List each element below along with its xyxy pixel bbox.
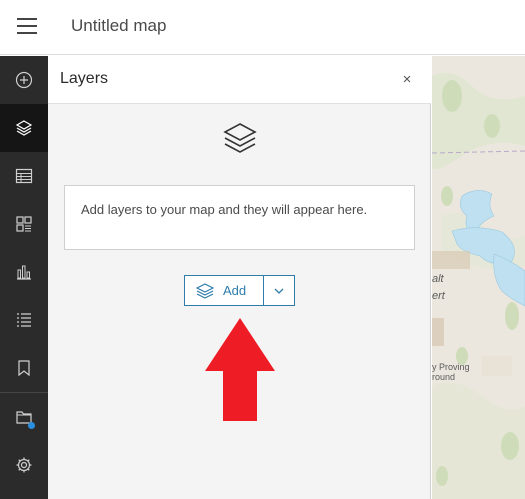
- layers-icon: [196, 282, 214, 299]
- add-layer-button[interactable]: Add: [185, 276, 263, 305]
- red-arrow-annotation: [205, 318, 275, 421]
- add-circle-icon[interactable]: [0, 56, 48, 104]
- menu-icon[interactable]: [17, 17, 37, 35]
- panel-header: Layers ×: [48, 56, 431, 104]
- notification-dot: [28, 422, 35, 429]
- legend-icon[interactable]: [0, 200, 48, 248]
- close-icon[interactable]: ×: [397, 70, 417, 90]
- layers-icon[interactable]: [0, 104, 48, 152]
- add-dropdown-button[interactable]: [264, 276, 294, 305]
- chart-icon[interactable]: [0, 248, 48, 296]
- chevron-down-icon: [274, 288, 284, 294]
- panel-title: Layers: [60, 70, 109, 87]
- map-label-salt: alt: [432, 273, 444, 285]
- basemap-terrain: [432, 56, 525, 499]
- map-label-ground: round: [432, 372, 456, 382]
- table-icon[interactable]: [0, 152, 48, 200]
- app-header: Untitled map: [0, 0, 525, 55]
- empty-layers-message: Add layers to your map and they will app…: [64, 185, 415, 250]
- list-icon[interactable]: [0, 296, 48, 344]
- map-label-desert: ert: [432, 290, 445, 302]
- map-label-proving: y Proving: [432, 362, 470, 372]
- layers-icon: [223, 123, 257, 153]
- map-view[interactable]: alt ert y Proving round: [432, 56, 525, 499]
- map-title[interactable]: Untitled map: [71, 16, 166, 36]
- add-button-label: Add: [223, 283, 247, 298]
- gear-icon[interactable]: [0, 441, 48, 489]
- map-folder-icon[interactable]: [0, 393, 48, 441]
- left-toolbar: [0, 56, 48, 499]
- add-layer-split-button: Add: [184, 275, 295, 306]
- layers-panel: Layers × Add layers to your map and they…: [48, 56, 431, 499]
- bookmark-icon[interactable]: [0, 344, 48, 392]
